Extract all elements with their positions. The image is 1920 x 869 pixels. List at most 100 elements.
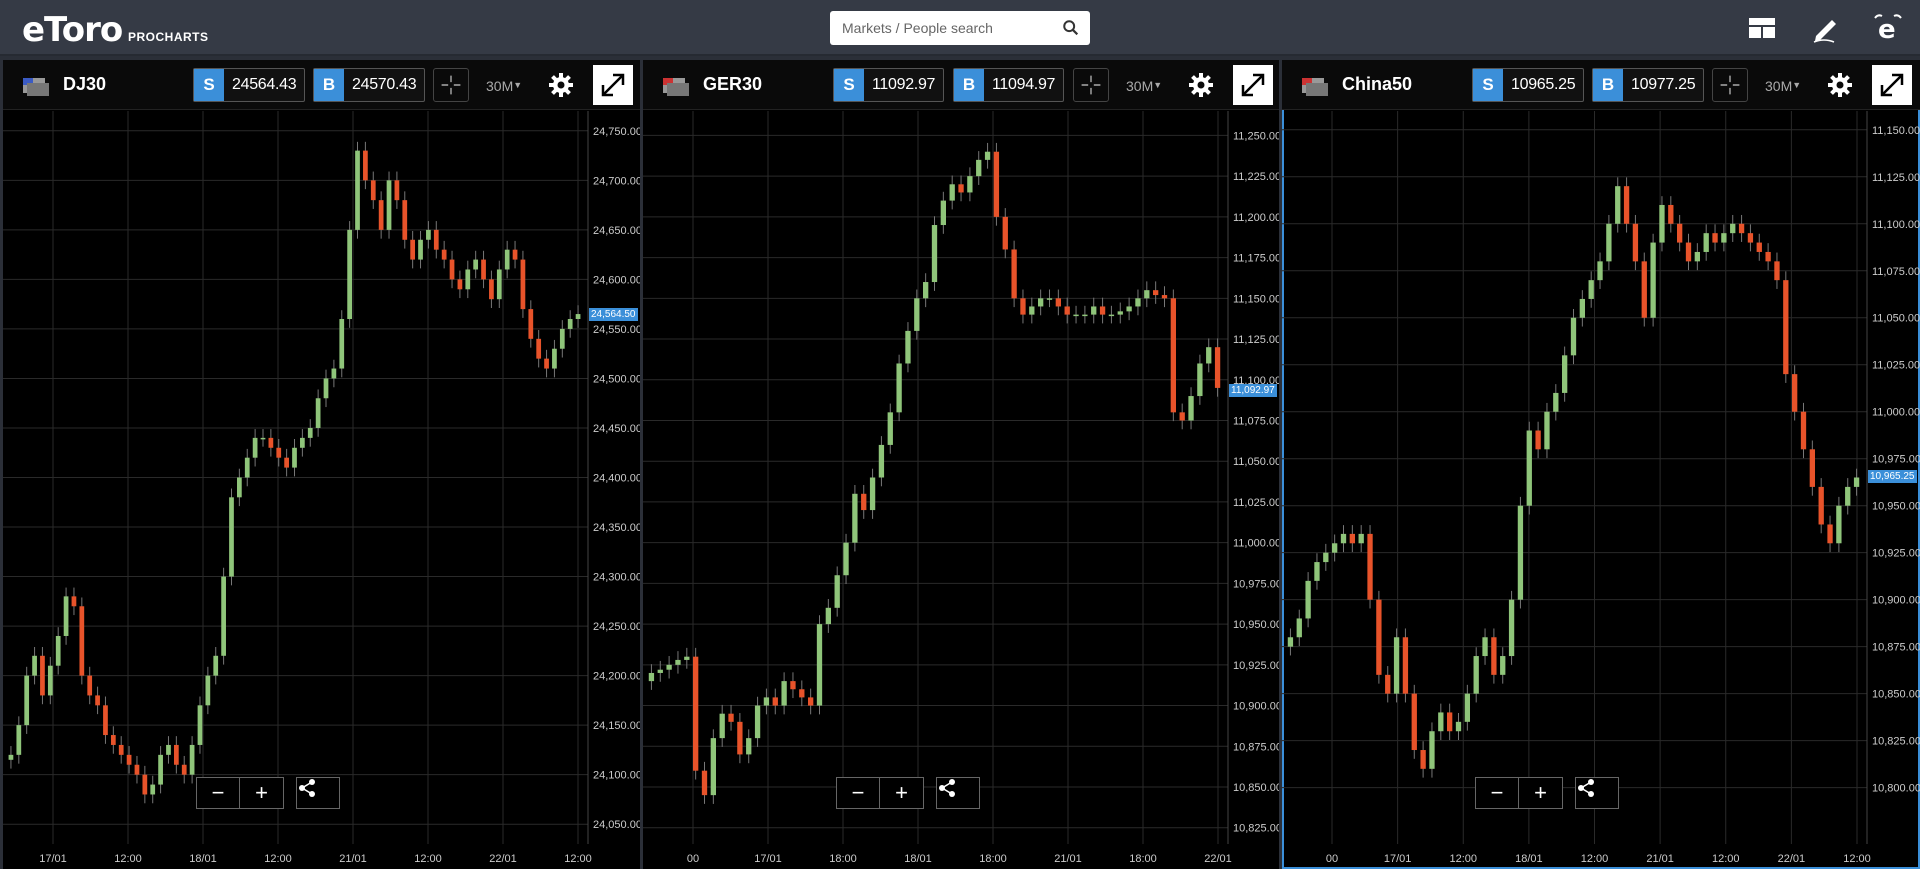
y-tick-label: 11,175.00 [1233,253,1279,265]
candle [1809,449,1815,487]
x-tick-label: 18:00 [979,853,1007,865]
chart-symbol[interactable]: GER30 [703,74,762,95]
chart-panel-ger30[interactable]: GER30 S 11092.97 B 11094.97 30M▼ 11,250.… [643,60,1279,869]
candle [896,363,902,413]
candle [481,259,486,280]
zoom-out-button[interactable]: − [196,777,240,809]
price-chart[interactable]: 11,250.00 11,225.00 11,200.00 11,175.00 11,1… [643,111,1279,869]
search-icon[interactable] [1062,19,1080,37]
candle [1482,637,1488,657]
x-tick-label: 17/01 [754,853,782,865]
candle [1455,721,1462,732]
zoom-in-button[interactable]: + [880,777,924,809]
sell-price: 24564.43 [232,76,297,93]
candle [441,249,447,260]
candle [1011,249,1017,299]
candle [552,348,557,369]
buy-button[interactable]: B 10977.25 [1592,68,1705,102]
x-tick-label: 00 [1326,853,1338,865]
x-tick-label: 17/01 [1384,853,1412,865]
buy-button[interactable]: B 24570.43 [313,68,426,102]
candle [1756,242,1762,252]
candle [1117,311,1123,315]
timeframe-selector[interactable]: 30M▼ [1765,78,1801,94]
x-tick-label: 22/01 [489,853,517,865]
chart-panel-china50[interactable]: China50 S 10965.25 B 10977.25 30M▼ 11,15… [1282,60,1920,869]
gear-icon[interactable] [548,72,574,98]
candle [449,259,455,280]
candle [1108,314,1115,317]
y-tick-label: 11,075.00 [1233,415,1279,427]
chevron-down-icon: ▼ [1153,80,1163,90]
zoom-in-button[interactable]: + [240,777,284,809]
x-tick-label: 22/01 [1778,853,1806,865]
search-box[interactable] [830,11,1090,45]
y-tick-label: 10,825.00 [1233,823,1279,835]
sell-button[interactable]: S 11092.97 [833,68,945,102]
candle [394,180,400,201]
y-tick-label: 10,825.00 [1872,736,1920,748]
candle [843,542,849,576]
candle [1197,363,1203,397]
candle [1712,233,1718,243]
expand-icon[interactable] [593,65,633,105]
y-tick-label: 24,350.00 [593,522,640,534]
chart-area[interactable]: 24,750.00 24,700.00 24,650.00 24,600.00 24,5… [3,111,640,869]
gear-icon[interactable] [1827,72,1853,98]
expand-icon[interactable] [1872,65,1912,105]
share-button[interactable] [936,777,980,809]
candle [363,150,368,181]
candle [426,229,431,240]
candle [1562,355,1568,393]
chart-symbol[interactable]: China50 [1342,74,1412,95]
zoom-out-button[interactable]: − [836,777,880,809]
chart-area[interactable]: 11,250.00 11,225.00 11,200.00 11,175.00 11,1… [643,111,1279,869]
x-tick-label: 12:00 [1712,853,1740,865]
candle [355,150,360,230]
share-button[interactable] [1575,777,1619,809]
candle [378,200,384,230]
chart-panel-dj30[interactable]: DJ30 S 24564.43 B 24570.43 30M▼ 24,750.0… [3,60,640,869]
chart-symbol[interactable]: DJ30 [63,74,106,95]
candle [370,180,376,201]
candle [173,744,179,765]
y-tick-label: 10,875.00 [1872,642,1920,654]
share-button[interactable] [296,777,340,809]
candle [861,493,867,511]
gear-icon[interactable] [1188,72,1214,98]
candle [1287,637,1294,647]
zoom-in-button[interactable]: + [1519,777,1563,809]
layout-icon[interactable] [1746,12,1778,44]
buy-button[interactable]: B 11094.97 [953,68,1065,102]
candle [940,200,946,226]
sell-button[interactable]: S 24564.43 [193,68,306,102]
candle [1367,533,1373,600]
etoro-logo[interactable]: eToro [22,10,123,50]
candle [1491,637,1497,675]
pencil-icon[interactable] [1810,12,1842,44]
price-chart[interactable]: 24,750.00 24,700.00 24,650.00 24,600.00 24,5… [3,111,640,869]
candle [536,338,542,359]
sell-button[interactable]: S 10965.25 [1472,68,1585,102]
candle [1641,261,1647,318]
expand-icon[interactable] [1233,65,1273,105]
candle [1099,306,1106,315]
etoro-profile-icon[interactable]: e [1872,12,1904,44]
chart-area[interactable]: 11,150.00 11,125.00 11,100.00 11,075.00 11,0… [1282,111,1920,869]
candle [1721,233,1727,243]
timeframe-selector[interactable]: 30M▼ [1126,78,1162,94]
candle [347,229,352,320]
crosshair-button[interactable] [1073,68,1109,102]
zoom-out-button[interactable]: − [1475,777,1519,809]
timeframe-selector[interactable]: 30M▼ [486,78,522,94]
candle [701,770,708,796]
candle [1508,599,1515,657]
price-chart[interactable]: 11,150.00 11,125.00 11,100.00 11,075.00 11,0… [1282,111,1920,869]
search-input[interactable] [842,11,1052,45]
y-tick-label: 11,075.00 [1872,266,1920,278]
candle [763,697,770,706]
x-tick-label: 12:00 [114,853,142,865]
candle [16,725,22,755]
crosshair-button[interactable] [433,68,469,102]
crosshair-button[interactable] [1712,68,1748,102]
